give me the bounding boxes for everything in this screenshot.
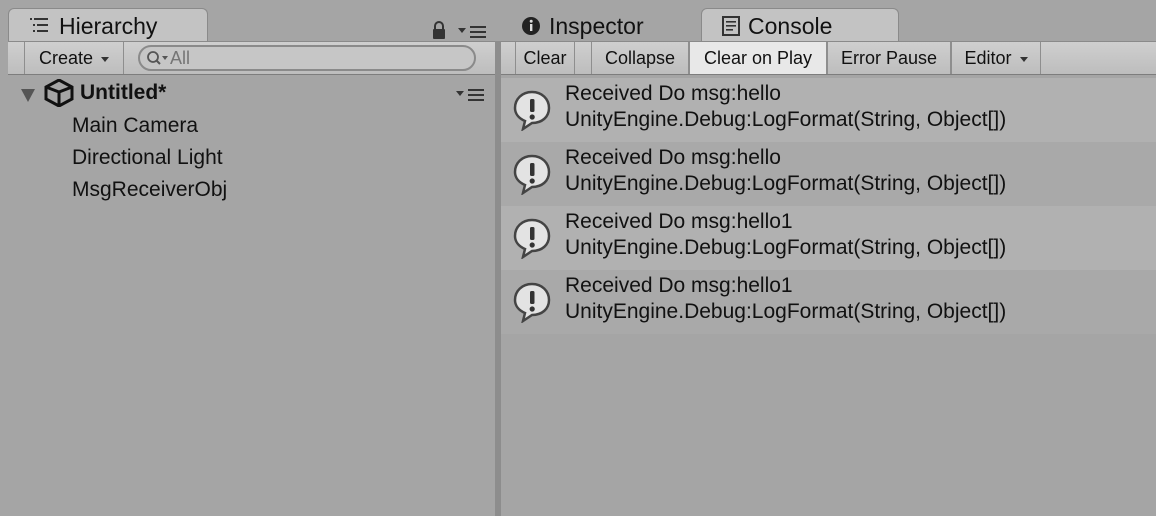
chevron-down-icon — [1019, 56, 1028, 62]
info-message-icon — [513, 90, 551, 131]
log-message: Received Do msg:hello — [565, 146, 781, 169]
hierarchy-search[interactable] — [138, 45, 476, 71]
log-stack: UnityEngine.Debug:LogFormat(String, Obje… — [565, 172, 1007, 195]
search-icon — [147, 51, 168, 65]
info-icon — [522, 17, 540, 35]
scene-name: Untitled* — [80, 81, 167, 104]
tab-inspector-label: Inspector — [549, 13, 644, 39]
clear-on-play-toggle[interactable]: Clear on Play — [689, 42, 827, 74]
tree-item-msgreceiverobj[interactable]: MsgReceiverObj — [72, 178, 227, 202]
log-entry[interactable]: Received Do msg:hello UnityEngine.Debug:… — [501, 142, 1156, 206]
log-entry[interactable]: Received Do msg:hello UnityEngine.Debug:… — [501, 78, 1156, 142]
editor-dropdown-label: Editor — [964, 48, 1012, 68]
info-message-icon — [513, 282, 551, 323]
tab-hierarchy-label: Hierarchy — [59, 13, 158, 39]
console-icon — [722, 16, 740, 36]
hierarchy-toolbar: Create — [8, 41, 495, 75]
search-input[interactable] — [170, 47, 460, 69]
tab-console-label: Console — [748, 13, 833, 39]
create-button[interactable]: Create — [24, 42, 124, 74]
tab-inspector[interactable]: Inspector — [510, 8, 690, 42]
collapse-toggle[interactable]: Collapse — [591, 42, 689, 74]
tab-strip: Hierarchy Inspector Console — [0, 0, 1156, 42]
info-message-icon — [513, 154, 551, 195]
chevron-down-icon — [101, 56, 110, 62]
expand-arrow-icon[interactable] — [20, 87, 36, 103]
log-stack: UnityEngine.Debug:LogFormat(String, Obje… — [565, 236, 1007, 259]
log-entry[interactable]: Received Do msg:hello1 UnityEngine.Debug… — [501, 206, 1156, 270]
log-stack: UnityEngine.Debug:LogFormat(String, Obje… — [565, 300, 1007, 323]
unity-scene-icon — [44, 79, 74, 107]
tab-hierarchy[interactable]: Hierarchy — [8, 8, 208, 42]
clear-button[interactable]: Clear — [515, 42, 575, 74]
tree-item-directional-light[interactable]: Directional Light — [72, 146, 223, 170]
list-icon — [30, 18, 48, 32]
tab-console[interactable]: Console — [701, 8, 899, 42]
log-message: Received Do msg:hello1 — [565, 210, 793, 233]
scene-row[interactable]: Untitled* — [14, 79, 492, 109]
lock-icon[interactable] — [431, 20, 447, 40]
info-message-icon — [513, 218, 551, 259]
log-message: Received Do msg:hello1 — [565, 274, 793, 297]
editor-dropdown[interactable]: Editor — [951, 42, 1041, 74]
tree-item-main-camera[interactable]: Main Camera — [72, 114, 198, 138]
scene-menu-icon[interactable] — [456, 87, 486, 103]
log-message: Received Do msg:hello — [565, 82, 781, 105]
log-stack: UnityEngine.Debug:LogFormat(String, Obje… — [565, 108, 1007, 131]
create-button-label: Create — [38, 48, 94, 68]
panel-menu-icon[interactable] — [458, 24, 488, 40]
hierarchy-tree: Main Camera Directional Light MsgReceive… — [0, 110, 495, 210]
console-toolbar: Clear Collapse Clear on Play Error Pause… — [501, 41, 1156, 75]
error-pause-toggle[interactable]: Error Pause — [827, 42, 951, 74]
log-entry[interactable]: Received Do msg:hello1 UnityEngine.Debug… — [501, 270, 1156, 334]
